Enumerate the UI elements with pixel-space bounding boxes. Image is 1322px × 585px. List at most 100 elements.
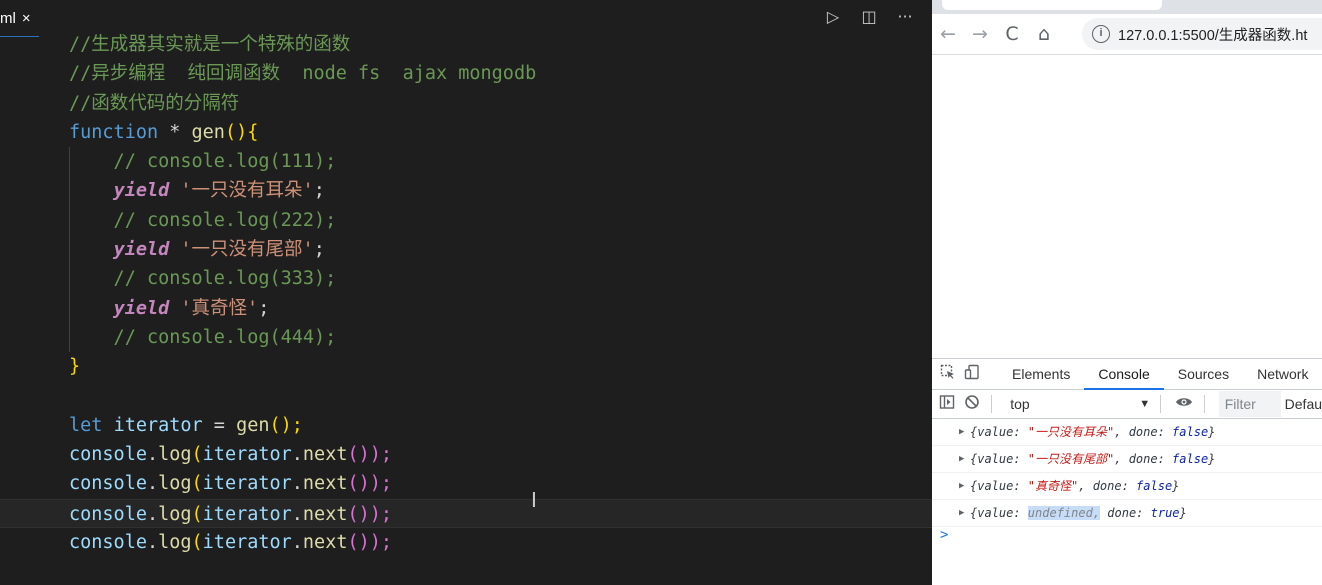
console-message-text: {value: "一只没有耳朵", done: false} [970,419,1215,445]
device-toggle-icon[interactable] [964,364,980,384]
home-icon[interactable]: ⌂ [1028,23,1060,45]
code-line[interactable]: console.log(iterator.next()); [0,469,932,498]
code-token: iterator [113,414,203,436]
code-line[interactable]: } [0,352,932,381]
code-line[interactable]: // console.log(333); [0,264,932,294]
address-bar[interactable]: i 127.0.0.1:5500/生成器函数.ht [1082,18,1322,50]
browser-tab-strip [932,0,1322,14]
code-text: // console.log(444); [69,323,337,352]
code-editor[interactable]: ml × ▷ ◫ ··· //生成器其实就是一个特殊的函数 //异步编程 纯回调函… [0,0,932,585]
code-token: next [302,473,348,495]
live-expression-eye-icon[interactable] [1175,394,1194,414]
code-token: let [69,414,103,436]
code-text: console.log(iterator.next()); [69,500,392,529]
code-token: . [146,503,159,525]
mouse-cursor-icon: I [531,488,537,512]
code-token: ()); [347,532,393,554]
code-text: console.log(iterator.next()); [69,528,392,557]
code-text: function * gen(){ [69,118,258,147]
more-actions-icon[interactable]: ··· [896,7,914,26]
code-token: . [291,503,303,525]
reload-icon[interactable]: C [996,23,1028,45]
console-messages: ▶ {value: "一只没有耳朵", done: false} ▶ {value: … [932,419,1322,527]
browser-toolbar: ← → C ⌂ i 127.0.0.1:5500/生成器函数.ht [932,14,1322,55]
code-line[interactable]: let iterator = gen(); [0,411,932,440]
code-token: function [69,121,159,143]
tab-network[interactable]: Network [1243,359,1322,389]
code-line[interactable]: // console.log(111); [0,147,932,177]
code-line[interactable]: yield '一只没有耳朵'; [0,176,932,206]
code-token: iterator [202,532,292,554]
page-content [932,55,1322,357]
code-line[interactable]: // console.log(222); [0,205,932,236]
close-icon[interactable]: × [22,10,31,27]
code-token: ; [258,297,270,319]
code-line[interactable]: //生成器其实就是一个特殊的函数 [0,30,932,59]
code-token: yield [113,239,170,261]
code-token: = [202,414,237,436]
code-line[interactable]: console.log(iterator.next()); [0,440,932,469]
code-token: * [158,121,192,143]
tab-console[interactable]: Console [1084,359,1165,390]
object-prefix: {value: [970,479,1028,493]
tab-sources[interactable]: Sources [1164,359,1243,389]
code-text: //函数代码的分隔符 [69,89,239,118]
code-area[interactable]: //生成器其实就是一个特殊的函数 //异步编程 纯回调函数 node fs aja… [0,30,932,557]
code-token: ; [313,180,325,202]
site-info-icon[interactable]: i [1092,25,1110,43]
code-line[interactable]: console.log(iterator.next()); [0,498,932,529]
code-token: next [302,503,348,525]
inspect-element-icon[interactable] [940,364,956,384]
code-line[interactable]: //异步编程 纯回调函数 node fs ajax mongodb [0,59,932,88]
console-message[interactable]: ▶ {value: "一只没有耳朵", done: false} [932,419,1322,446]
code-token: gen [191,121,225,143]
code-token: log [158,473,192,495]
code-token: . [291,532,303,554]
browser-window: ← → C ⌂ i 127.0.0.1:5500/生成器函数.ht Elemen… [932,0,1322,585]
object-suffix: } [1208,452,1216,466]
code-line[interactable]: yield '一只没有尾部'; [0,235,932,265]
expand-triangle-icon[interactable]: ▶ [959,446,964,472]
code-line[interactable]: function * gen(){ [0,118,932,147]
code-text: yield '一只没有尾部'; [69,235,325,264]
code-token: } [69,356,81,378]
divider [991,395,993,413]
console-message-text: {value: "一只没有尾部", done: false} [970,446,1215,472]
console-prompt[interactable]: > [940,527,948,543]
code-text: // console.log(222); [69,206,337,235]
expand-triangle-icon[interactable]: ▶ [959,500,964,526]
code-line[interactable]: // console.log(444); [0,322,932,353]
code-token: ()); [347,444,393,466]
forward-icon[interactable]: → [964,23,996,45]
console-message[interactable]: ▶ {value: "一只没有尾部", done: false} [932,446,1322,473]
code-token: iterator [202,473,292,495]
code-line[interactable]: //函数代码的分隔符 [0,89,932,118]
clear-console-icon[interactable] [963,394,982,414]
back-icon[interactable]: ← [932,23,964,45]
expand-triangle-icon[interactable]: ▶ [959,419,964,445]
sidebar-toggle-icon[interactable] [938,394,957,414]
filter-input[interactable]: Filter [1218,391,1281,417]
console-message-text: {value: undefined, done: true} [970,500,1187,526]
log-levels-select[interactable]: Defau [1285,396,1322,412]
code-token: next [302,532,348,554]
code-line[interactable]: yield '真奇怪'; [0,293,932,323]
console-message[interactable]: ▶ {value: undefined, done: true} [932,500,1322,527]
code-line[interactable] [0,382,932,411]
code-token: console [69,503,147,525]
tab-elements[interactable]: Elements [998,359,1084,389]
code-token: yield [113,180,170,202]
console-message[interactable]: ▶ {value: "真奇怪", done: false} [932,473,1322,500]
code-token: '一只没有耳朵' [180,180,314,202]
context-select[interactable]: top ▼ [1010,396,1150,412]
value-field: undefined, [1027,506,1101,520]
browser-tab[interactable] [942,0,1162,10]
divider [1160,395,1162,413]
split-editor-icon[interactable]: ◫ [860,7,878,26]
run-icon[interactable]: ▷ [824,7,842,26]
code-line[interactable]: console.log(iterator.next()); [0,528,932,557]
code-token: ( [191,444,203,466]
expand-triangle-icon[interactable]: ▶ [959,473,964,499]
